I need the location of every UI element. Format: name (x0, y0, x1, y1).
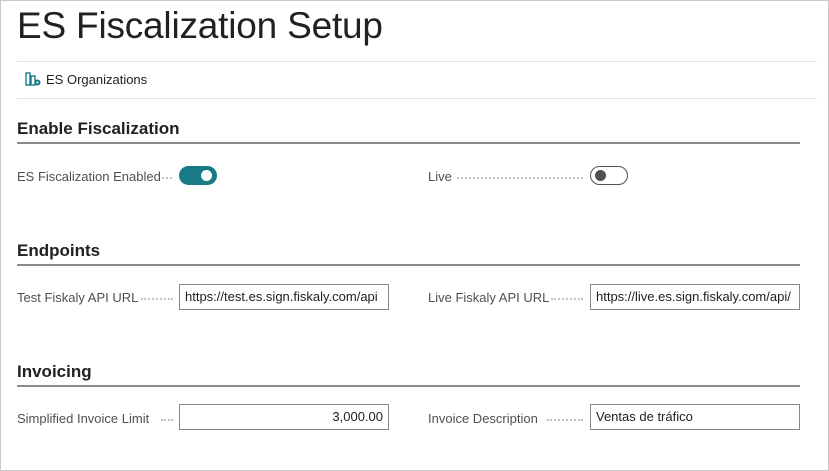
field-leader-dots (551, 298, 583, 300)
es-organizations-label: ES Organizations (46, 72, 148, 87)
es-organizations-action[interactable]: ES Organizations (25, 72, 147, 87)
section-title-enable-fiscalization: Enable Fiscalization (17, 119, 180, 138)
live-toggle[interactable] (590, 166, 628, 185)
toggle-knob (595, 169, 606, 181)
invoice-description-label: Invoice Description (428, 411, 538, 426)
field-leader-dots (161, 419, 173, 421)
live-api-url-label: Live Fiskaly API URL (428, 290, 550, 305)
toggle-knob (201, 170, 212, 181)
organizations-icon (25, 72, 41, 87)
field-leader-dots (457, 177, 583, 179)
action-bar: ES Organizations (17, 61, 817, 99)
section-divider (17, 385, 800, 387)
simplified-invoice-limit-label: Simplified Invoice Limit (17, 411, 150, 426)
section-divider (17, 264, 800, 266)
page-title: ES Fiscalization Setup (17, 5, 383, 46)
test-api-url-input[interactable]: https://test.es.sign.fiskaly.com/api (179, 284, 389, 310)
fiscalization-enabled-toggle[interactable] (179, 166, 217, 185)
fiscalization-enabled-label: ES Fiscalization Enabled (17, 169, 161, 184)
field-leader-dots (547, 419, 583, 421)
test-api-url-label: Test Fiskaly API URL (17, 290, 139, 305)
live-api-url-input[interactable]: https://live.es.sign.fiskaly.com/api/ (590, 284, 800, 310)
field-leader-dots (162, 177, 172, 179)
field-leader-dots (141, 298, 173, 300)
section-title-invoicing: Invoicing (17, 362, 92, 381)
simplified-invoice-limit-input[interactable]: 3,000.00 (179, 404, 389, 430)
section-divider (17, 142, 800, 144)
live-label: Live (428, 169, 452, 184)
section-title-endpoints: Endpoints (17, 241, 101, 260)
invoice-description-input[interactable]: Ventas de tráfico (590, 404, 800, 430)
